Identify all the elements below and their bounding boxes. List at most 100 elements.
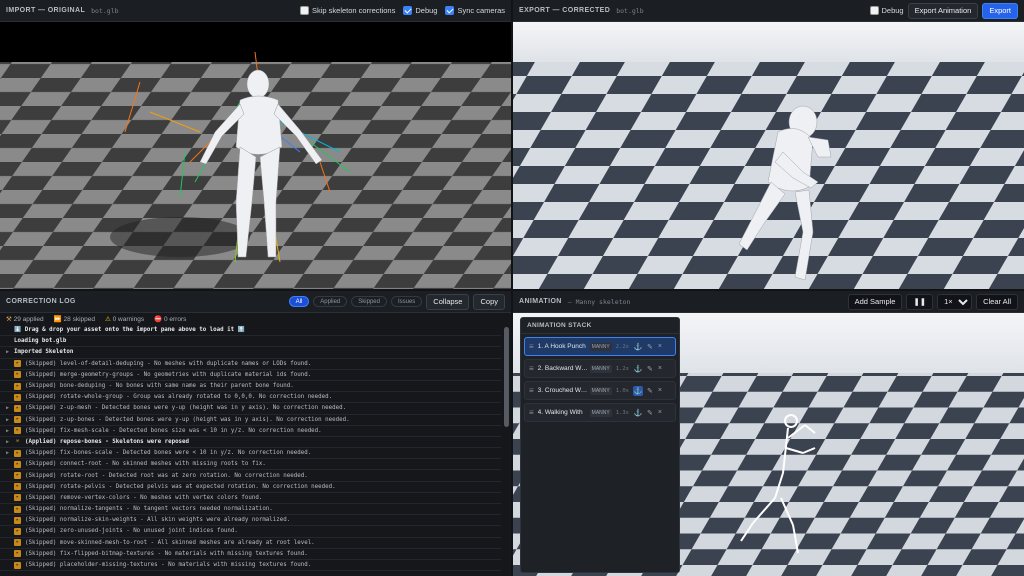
export-viewport[interactable] <box>513 22 1024 289</box>
hammer-icon: ⚒ <box>15 438 19 445</box>
animation-subtitle: — Manny skeleton <box>567 297 631 306</box>
export-header: EXPORT — CORRECTED bot.glb Debug Export … <box>513 0 1024 22</box>
animation-name: 4. Walking With <box>537 409 583 416</box>
log-row: ▸ (Skipped) normalize-tangents - No tange… <box>0 504 501 516</box>
animation-stack-list: ≡ 1. A Hook Punch MANNY 2.2s ⚓ ✎ × ≡ 2. Backward… <box>521 337 679 422</box>
log-row: ▸ (Skipped) normalize-skin-weights - All … <box>0 515 501 527</box>
filter-applied[interactable]: Applied <box>313 296 348 307</box>
import-header: IMPORT — ORIGINAL bot.glb Skip skeleton … <box>0 0 511 22</box>
skip-icon: ▸ <box>14 550 21 558</box>
error-icon: ⛔ <box>154 316 163 323</box>
add-sample-button[interactable]: Add Sample <box>847 293 903 310</box>
expand-caret-icon[interactable]: ▶ <box>6 450 9 456</box>
expand-caret-icon[interactable]: ▶ <box>6 439 9 445</box>
log-row-text: (Skipped) rotate-pelvis - Detected pelvi… <box>25 483 336 490</box>
animation-stack-item[interactable]: ≡ 4. Walking With MANNY 1.3s ⚓ ✎ × <box>524 403 676 422</box>
log-row-text: (Skipped) normalize-skin-weights - All s… <box>25 517 291 524</box>
drag-handle-icon[interactable]: ≡ <box>529 364 534 373</box>
log-row: ▸ (Skipped) move-skinned-mesh-to-root - A… <box>0 538 501 549</box>
expand-caret-icon[interactable]: ▶ <box>6 417 9 423</box>
animation-stack-item[interactable]: ≡ 1. A Hook Punch MANNY 2.2s ⚓ ✎ × <box>524 337 676 356</box>
animation-stack-item[interactable]: ≡ 2. Backward Walk MANNY 1.2s ⚓ ✎ × <box>524 359 676 378</box>
animation-duration: 1.3s <box>615 409 629 416</box>
log-row-text: (Applied) repose-bones - Skeletons were … <box>25 438 190 445</box>
close-icon[interactable]: × <box>658 343 662 350</box>
copy-button[interactable]: Copy <box>473 293 505 310</box>
checkbox-checked-icon <box>445 6 455 15</box>
anchor-icon[interactable]: ⚓ <box>632 385 643 396</box>
import-scene <box>0 22 511 289</box>
export-file: bot.glb <box>616 6 644 15</box>
hammer-icon: ⚒ <box>6 316 12 323</box>
filter-skipped[interactable]: Skipped <box>351 296 387 307</box>
log-row[interactable]: ▶ ▸ (Skipped) fix-mesh-scale - Detected bo… <box>0 426 501 437</box>
edit-icon[interactable]: ✎ <box>647 409 653 417</box>
import-debug-checkbox[interactable]: Debug <box>403 6 437 15</box>
export-animation-button[interactable]: Export Animation <box>907 2 979 19</box>
log-row-text: Loading bot.glb <box>14 338 67 345</box>
close-icon[interactable]: × <box>658 387 662 394</box>
animation-name: 2. Backward Walk <box>537 365 588 372</box>
animation-duration: 1.0s <box>615 387 629 394</box>
expand-caret-icon[interactable]: ▶ <box>6 405 9 411</box>
log-row-text: (Skipped) rotate-whole-group - Group was… <box>25 394 333 401</box>
log-row-text: (Skipped) connect-root - No skinned mesh… <box>25 461 266 468</box>
log-row-text: (Skipped) z-up-bones - Detected bones we… <box>25 416 350 423</box>
expand-caret-icon[interactable]: ▶ <box>6 428 9 434</box>
edit-icon[interactable]: ✎ <box>647 387 653 395</box>
animation-duration: 1.2s <box>615 365 629 372</box>
skip-corrections-checkbox[interactable]: Skip skeleton corrections <box>299 6 395 15</box>
log-row-text: (Skipped) fix-mesh-scale - Detected bone… <box>25 427 322 434</box>
edit-icon[interactable]: ✎ <box>647 365 653 373</box>
log-row-text: (Skipped) fix-bones-scale - Detected bon… <box>25 450 312 457</box>
log-row-text: (Skipped) rotate-root - Detected root wa… <box>25 472 308 479</box>
log-row-text: (Skipped) fix-flipped-bitmap-textures - … <box>25 550 308 557</box>
log-row[interactable]: ▶ ▸ (Skipped) fix-bones-scale - Detected b… <box>0 448 501 460</box>
pause-button[interactable]: ❚❚ <box>906 293 934 310</box>
export-debug-checkbox[interactable]: Debug <box>869 6 904 15</box>
warnings-count: ⚠ 0 warnings <box>105 316 145 323</box>
log-title: CORRECTION LOG <box>6 298 76 305</box>
skip-icon: ▸ <box>14 371 21 379</box>
animation-title: ANIMATION <box>519 298 562 305</box>
edit-icon[interactable]: ✎ <box>647 343 653 351</box>
drag-handle-icon[interactable]: ≡ <box>529 342 534 351</box>
export-scene <box>513 22 1024 289</box>
log-row-text: (Skipped) normalize-tangents - No tangen… <box>25 506 273 513</box>
log-row[interactable]: ▶ ▸ (Skipped) z-up-bones - Detected bones … <box>0 415 501 426</box>
anchor-icon[interactable]: ⚓ <box>633 342 643 352</box>
skip-icon: ▸ <box>14 505 21 513</box>
log-row: ▸ (Skipped) level-of-detail-deduping - No… <box>0 359 501 370</box>
filter-all[interactable]: All <box>288 296 310 307</box>
close-icon[interactable]: × <box>658 365 662 372</box>
log-row[interactable]: ▶ ⚒ (Applied) repose-bones - Skeletons wer… <box>0 437 501 449</box>
import-viewport[interactable] <box>0 22 511 289</box>
close-icon[interactable]: × <box>658 409 662 416</box>
drag-handle-icon[interactable]: ≡ <box>529 386 534 395</box>
speed-select[interactable]: 1× <box>937 293 973 310</box>
log-scrollbar[interactable] <box>504 327 509 427</box>
animation-stack-item[interactable]: ≡ 3. Crouched Walk MANNY 1.0s ⚓ ✎ × <box>524 381 676 400</box>
filter-issues[interactable]: Issues <box>390 296 423 307</box>
export-button[interactable]: Export <box>982 2 1018 19</box>
expand-caret-icon[interactable]: ▶ <box>6 349 9 355</box>
log-row: ▸ (Skipped) fix-flipped-bitmap-textures -… <box>0 549 501 560</box>
drag-handle-icon[interactable]: ≡ <box>529 408 534 417</box>
import-file: bot.glb <box>91 6 119 15</box>
log-pane: CORRECTION LOG All Applied Skipped Issue… <box>0 291 511 576</box>
anchor-icon[interactable]: ⚓ <box>633 364 643 374</box>
log-row: ▸ (Skipped) merge-geometry-groups - No ge… <box>0 370 501 381</box>
log-row[interactable]: ▶ ▸ (Skipped) z-up-mesh - Detected bones w… <box>0 403 501 415</box>
anchor-icon[interactable]: ⚓ <box>633 408 643 418</box>
log-row: ▸ (Skipped) placeholder-missing-textures … <box>0 560 501 572</box>
collapse-button[interactable]: Collapse <box>426 293 470 310</box>
log-header: CORRECTION LOG All Applied Skipped Issue… <box>0 291 511 313</box>
clear-all-button[interactable]: Clear All <box>976 293 1018 310</box>
skip-icon: ▸ <box>14 393 21 401</box>
log-row-text: (Skipped) zero-unused-joints - No unused… <box>25 528 238 535</box>
log-stats: ⚒ 29 applied ⏩ 28 skipped ⚠ 0 warnings ⛔… <box>0 313 511 325</box>
log-row[interactable]: ▶ Imported Skeleton <box>0 347 501 359</box>
sync-cameras-checkbox[interactable]: Sync cameras <box>445 6 505 15</box>
skip-icon: ▸ <box>14 427 21 435</box>
warning-icon: ⚠ <box>105 316 111 323</box>
